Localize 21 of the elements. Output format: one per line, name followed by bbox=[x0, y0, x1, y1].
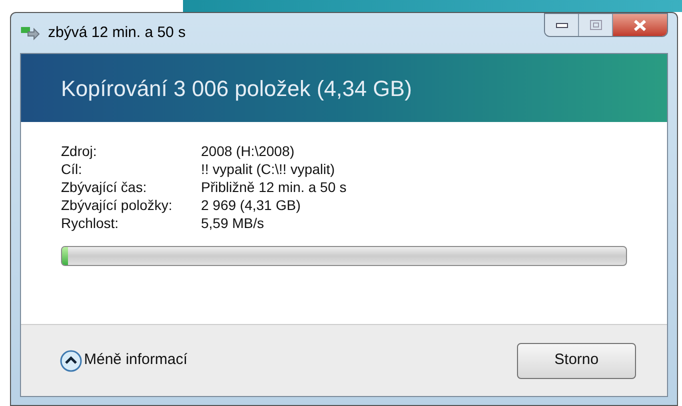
copy-heading: Kopírování 3 006 položek (4,34 GB) bbox=[61, 74, 412, 103]
detail-label: Zbývající čas: bbox=[61, 178, 147, 196]
less-info-toggle[interactable]: Méně informací bbox=[60, 349, 188, 372]
detail-label: Zbývající položky: bbox=[61, 196, 172, 214]
detail-value: 2008 (H:\2008) bbox=[201, 142, 294, 160]
detail-label: Rychlost: bbox=[61, 214, 119, 232]
detail-value: 5,59 MB/s bbox=[201, 214, 264, 232]
cancel-button[interactable]: Storno bbox=[517, 342, 636, 378]
detail-value: 2 969 (4,31 GB) bbox=[201, 196, 301, 214]
minimize-button[interactable] bbox=[545, 14, 579, 36]
window-title: zbývá 12 min. a 50 s bbox=[48, 22, 186, 43]
chevron-up-icon bbox=[60, 350, 82, 372]
maximize-icon bbox=[590, 20, 602, 30]
minimize-icon bbox=[556, 22, 568, 28]
copy-arrow-icon bbox=[20, 24, 40, 42]
detail-label: Zdroj: bbox=[61, 142, 97, 160]
detail-value: Přibližně 12 min. a 50 s bbox=[201, 178, 347, 196]
detail-label: Cíl: bbox=[61, 160, 82, 178]
detail-value: !! vypalit (C:\!! vypalit) bbox=[201, 160, 335, 178]
close-icon bbox=[633, 20, 647, 30]
close-button[interactable] bbox=[613, 14, 667, 36]
